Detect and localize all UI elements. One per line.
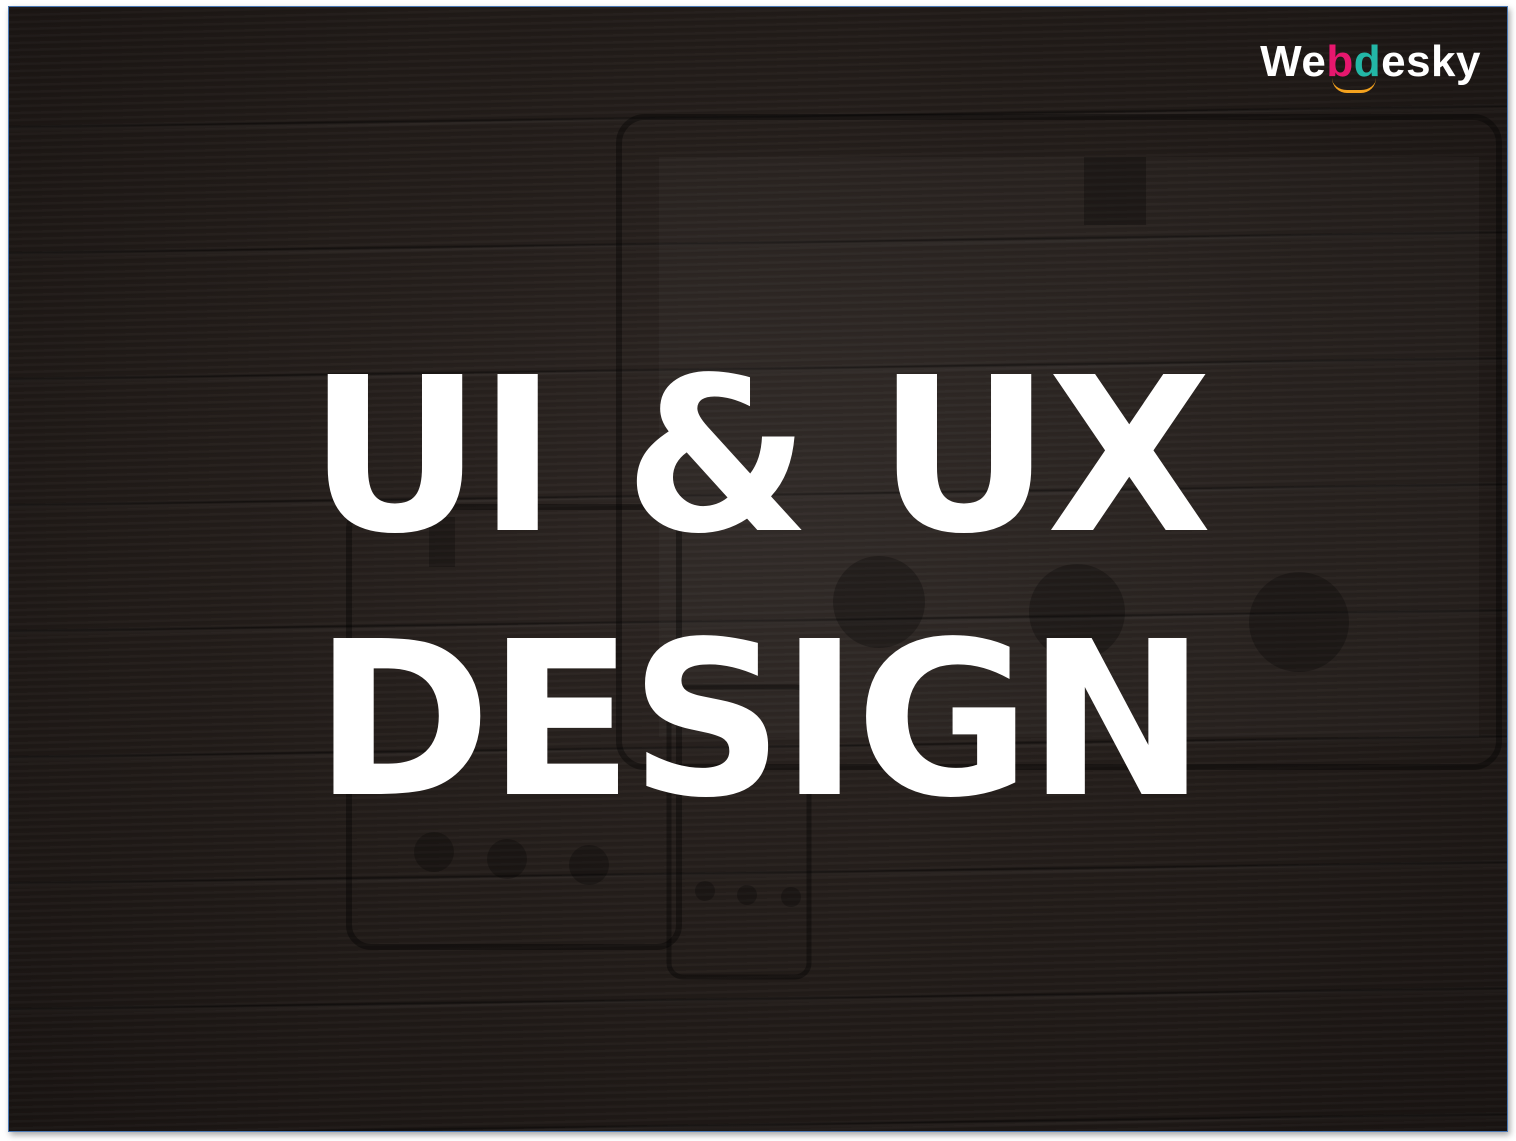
logo-text-part1: We xyxy=(1260,37,1327,86)
logo-text-part2: esky xyxy=(1381,37,1481,86)
title-line-1: UI & UX xyxy=(308,332,1212,581)
slide-title: UI & UX DESIGN xyxy=(9,325,1507,853)
webdesky-logo: Webdesky xyxy=(1260,37,1481,93)
slide: Webdesky UI & UX DESIGN xyxy=(8,6,1508,1132)
title-line-2: DESIGN xyxy=(313,596,1206,845)
